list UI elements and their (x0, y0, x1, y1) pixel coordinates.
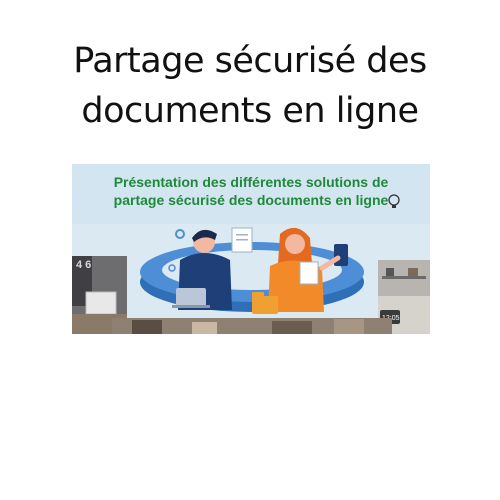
page-title: Partage sécurisé des documents en ligne (0, 36, 500, 136)
banner-heading: Présentation des différentes solutions d… (72, 173, 430, 209)
smartphone-icon (334, 244, 348, 266)
laptop-icon (176, 288, 206, 306)
desk-photo-strip (112, 318, 392, 334)
banner-image: 4 6 12:05 (72, 164, 430, 334)
page-title-line-2: documents en ligne (81, 91, 419, 131)
wall-digits: 4 6 (76, 259, 91, 271)
banner-heading-line-1: Présentation des différentes solutions d… (113, 174, 389, 190)
banner-heading-line-2: partage sécurisé des documents en ligne (113, 192, 389, 208)
page-title-line-1: Partage sécurisé des (73, 41, 427, 81)
